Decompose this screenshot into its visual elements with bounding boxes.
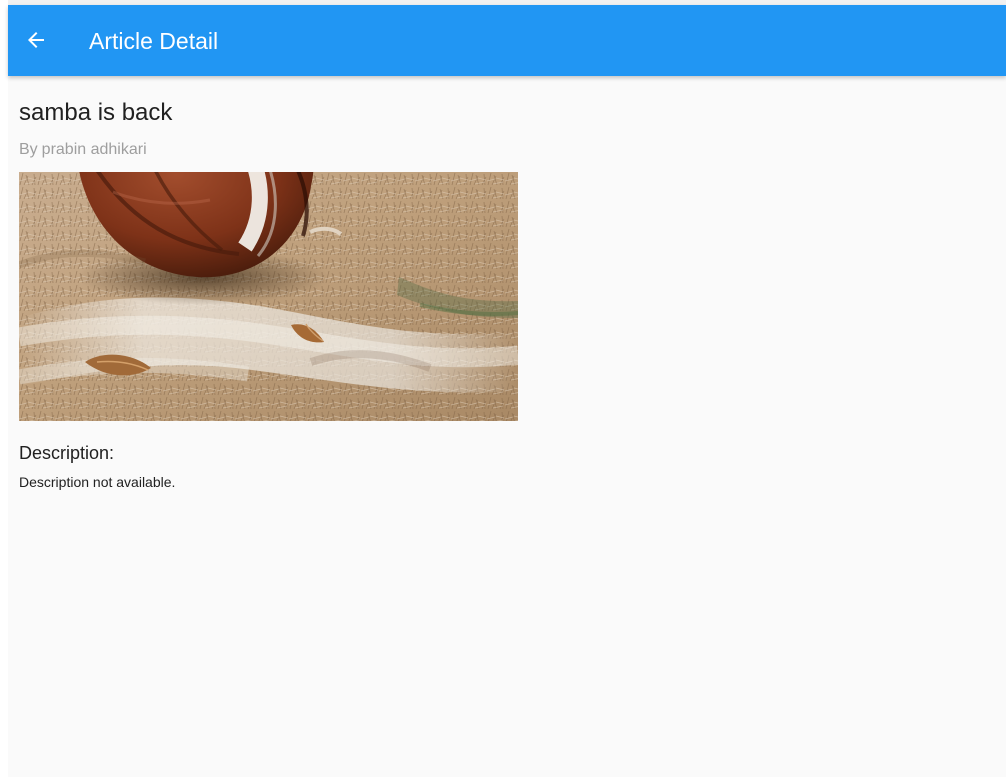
- arrow-back-icon: [28, 32, 44, 48]
- football-photo: [19, 172, 518, 421]
- back-button[interactable]: [16, 20, 56, 60]
- author-prefix: By: [19, 141, 38, 158]
- page-title: Article Detail: [89, 28, 219, 54]
- description-heading: Description:: [19, 443, 115, 463]
- app-window: Article Detail samba is back By prabin ad…: [8, 0, 1006, 777]
- author-line: By prabin adhikari: [19, 138, 994, 162]
- description-text: Description not available.: [19, 474, 176, 490]
- author-name: prabin adhikari: [41, 141, 147, 158]
- article-title: samba is back: [19, 99, 173, 126]
- app-bar: Article Detail: [8, 5, 1006, 76]
- article-content: samba is back By prabin adhikari Descrip…: [19, 98, 994, 493]
- article-image: [19, 172, 518, 421]
